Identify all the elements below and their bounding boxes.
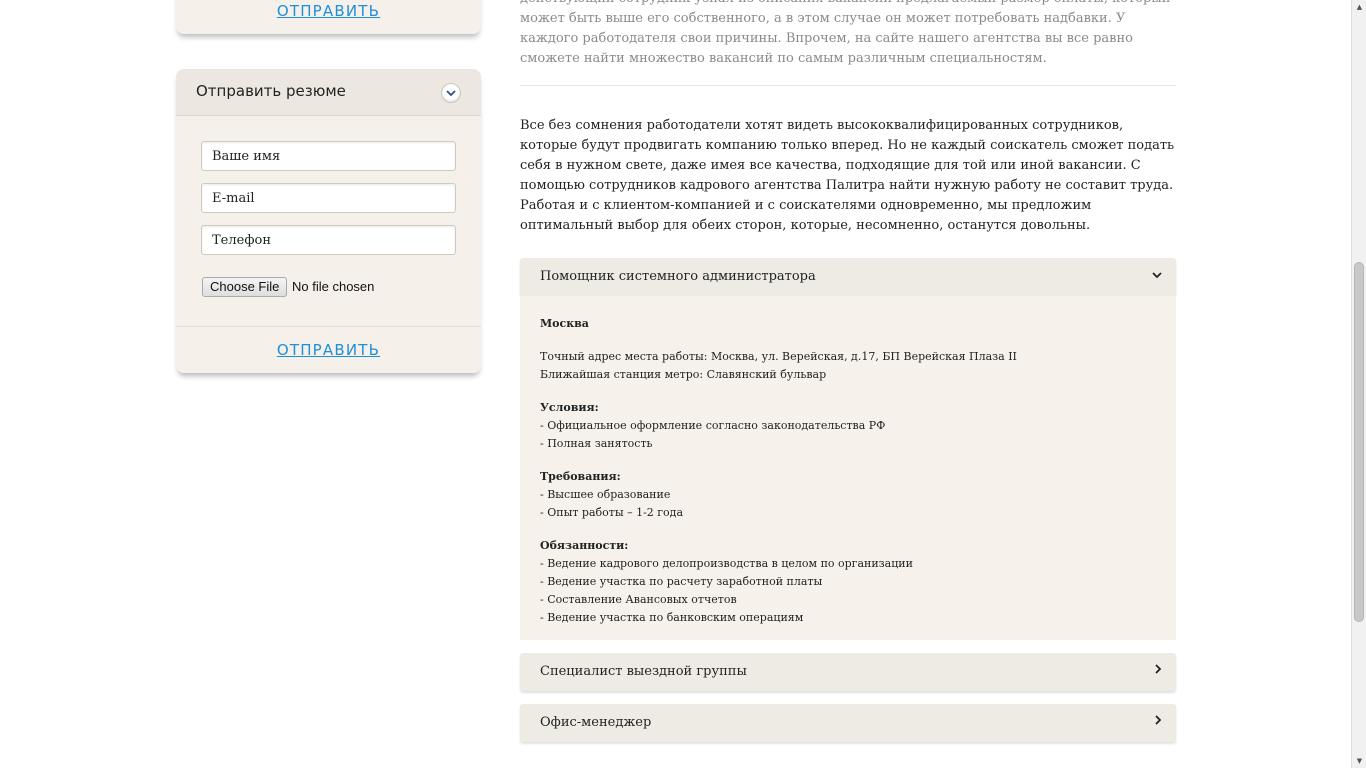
resume-card-footer: ОТПРАВИТЬ — [176, 326, 481, 373]
resume-card-title: Отправить резюме — [196, 82, 346, 100]
list-item: - Ведение участка по расчету заработной … — [540, 575, 823, 588]
vacancy-title: Помощник системного администратора — [540, 269, 816, 284]
intro-paragraph: действующий сотрудник узнал из описания … — [520, 0, 1170, 66]
chevron-down-icon[interactable] — [441, 83, 461, 103]
resume-card: Отправить резюме Choose File No file cho… — [176, 69, 481, 373]
chevron-right-icon — [1155, 714, 1162, 728]
name-input[interactable] — [201, 141, 456, 171]
requirements-heading: Требования: — [540, 470, 621, 483]
vacancy-city: Москва — [540, 317, 589, 330]
vacancy-address: Точный адрес места работы: Москва, ул. В… — [540, 350, 1017, 363]
chevron-right-icon — [1155, 663, 1162, 677]
top-form-card: ОТПРАВИТЬ — [176, 0, 481, 34]
choose-file-button[interactable]: Choose File — [202, 277, 288, 297]
phone-input[interactable] — [201, 225, 456, 255]
scroll-up-icon[interactable]: ▲ — [1352, 0, 1366, 14]
vacancy-details: Москва Точный адрес места работы: Москва… — [520, 296, 1176, 640]
resume-card-header[interactable]: Отправить резюме — [176, 69, 481, 116]
vacancy-title: Специалист выездной группы — [540, 664, 747, 679]
vacancy-header-sysadmin-assistant[interactable]: Помощник системного администратора — [520, 258, 1176, 296]
vacancy-title: Офис-менеджер — [540, 715, 652, 730]
divider — [520, 85, 1176, 86]
conditions-heading: Условия: — [540, 401, 599, 414]
scrollbar-thumb[interactable] — [1354, 262, 1364, 622]
scroll-down-icon[interactable]: ▼ — [1352, 754, 1366, 768]
list-item: - Ведение участка по банковским операция… — [540, 611, 804, 624]
vacancy-metro: Ближайшая станция метро: Славянский буль… — [540, 368, 827, 381]
page-scrollbar[interactable]: ▲ ▼ — [1351, 0, 1366, 768]
top-send-link[interactable]: ОТПРАВИТЬ — [176, 2, 481, 20]
body-paragraph: Все без сомнения работодатели хотят виде… — [520, 118, 1175, 233]
list-item: - Полная занятость — [540, 437, 653, 450]
list-item: - Высшее образование — [540, 488, 671, 501]
vacancy-header-field-specialist[interactable]: Специалист выездной группы — [520, 653, 1176, 691]
resume-send-link[interactable]: ОТПРАВИТЬ — [176, 341, 481, 359]
list-item: - Ведение кадрового делопроизводства в ц… — [540, 557, 913, 570]
list-item: - Официальное оформление согласно законо… — [540, 419, 886, 432]
file-status-text: No file chosen — [292, 279, 375, 294]
list-item: - Опыт работы – 1-2 года — [540, 506, 684, 519]
vacancy-header-office-manager[interactable]: Офис-менеджер — [520, 704, 1176, 742]
duties-heading: Обязанности: — [540, 539, 629, 552]
email-input[interactable] — [201, 183, 456, 213]
chevron-down-icon — [1152, 268, 1162, 282]
list-item: - Составление Авансовых отчетов — [540, 593, 737, 606]
